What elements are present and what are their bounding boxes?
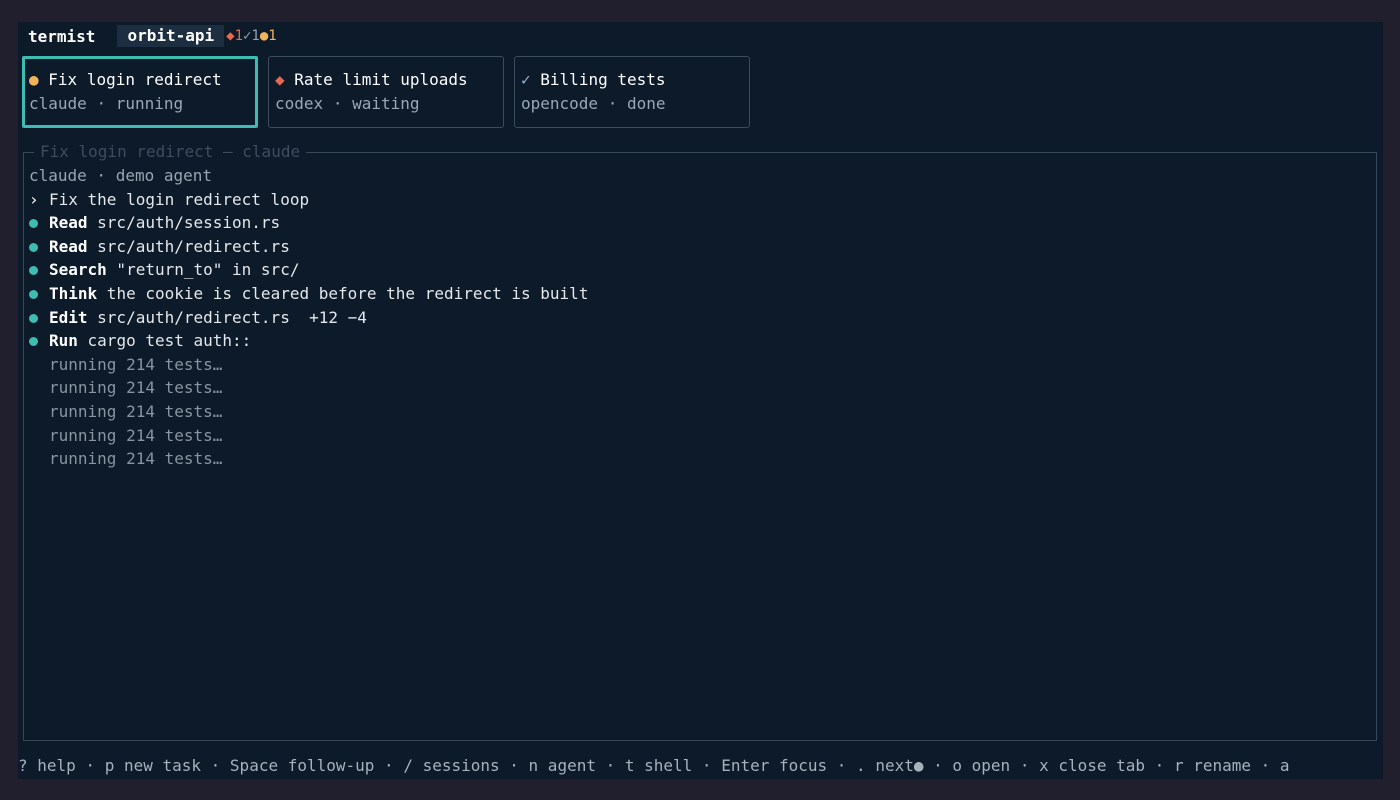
bullet-icon — [29, 266, 38, 276]
panel-subtitle: claude · demo agent — [29, 166, 213, 185]
task-status: done — [626, 94, 666, 113]
app-name: termist — [28, 26, 96, 46]
output-line: running 214 tests… — [49, 425, 223, 445]
project-tab[interactable]: orbit-api — [117, 25, 225, 47]
terminal-window: termist orbit-api ◆1✓1●1 ● Fix login red… — [18, 22, 1383, 779]
task-card-billing-tests[interactable]: ✓ Billing tests opencode · done — [514, 56, 750, 128]
output-line: running 214 tests… — [49, 378, 223, 398]
bullet-icon — [29, 219, 38, 229]
log-step: Edit src/auth/redirect.rs +12 −4 — [29, 306, 588, 330]
task-status: waiting — [352, 94, 420, 113]
panel-title: Fix login redirect — claude — [34, 142, 307, 162]
bullet-icon — [29, 242, 38, 252]
running-icon: ● — [29, 70, 39, 89]
log-step: Think the cookie is cleared before the r… — [29, 282, 588, 306]
log-step: Read src/auth/redirect.rs — [29, 235, 588, 259]
output-line: running 214 tests… — [49, 354, 223, 374]
prompt-line: › Fix the login redirect loop — [29, 188, 588, 212]
top-bar: termist orbit-api ◆1✓1●1 — [28, 25, 277, 47]
bullet-icon — [29, 289, 38, 299]
task-agent: claude — [29, 94, 87, 113]
keybinding-help-bar: ? help · p new task · Space follow-up · … — [18, 756, 1290, 775]
task-agent: codex — [275, 94, 324, 113]
log-step: Read src/auth/session.rs — [29, 211, 588, 235]
status-counts: ◆1✓1●1 — [226, 28, 277, 44]
task-title: Fix login redirect — [48, 70, 222, 89]
waiting-icon: ◆ — [275, 70, 285, 89]
bullet-icon — [29, 313, 38, 323]
output-line: running 214 tests… — [49, 449, 223, 469]
session-log: claude · demo agent › Fix the login redir… — [29, 164, 588, 471]
task-title: Billing tests — [540, 70, 666, 89]
done-count: ✓1 — [243, 28, 260, 44]
task-title: Rate limit uploads — [294, 70, 468, 89]
log-step: Search "return_to" in src/ — [29, 258, 588, 282]
session-panel[interactable]: Fix login redirect — claude claude · dem… — [23, 142, 1377, 741]
task-card-rate-limit-uploads[interactable]: ◆ Rate limit uploads codex · waiting — [268, 56, 504, 128]
chevron-right-icon: › — [29, 189, 39, 209]
running-count: ●1 — [259, 28, 277, 44]
task-status: running — [115, 94, 184, 113]
waiting-count: ◆1 — [226, 28, 243, 44]
task-agent: opencode — [521, 94, 599, 113]
output-line: running 214 tests… — [49, 401, 223, 421]
check-icon: ✓ — [521, 70, 531, 89]
prompt-text: Fix the login redirect loop — [49, 189, 310, 209]
bullet-icon — [29, 337, 38, 347]
task-list: ● Fix login redirect claude · running ◆ … — [22, 56, 760, 128]
log-step: Run cargo test auth:: — [29, 329, 588, 353]
task-card-fix-login-redirect[interactable]: ● Fix login redirect claude · running — [22, 56, 258, 128]
